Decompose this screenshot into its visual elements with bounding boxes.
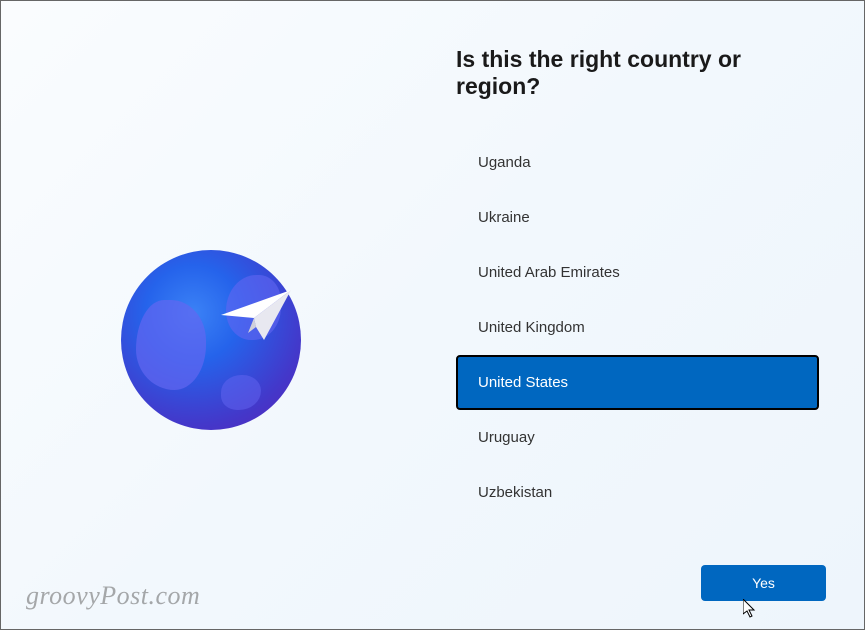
country-item-uae[interactable]: United Arab Emirates — [456, 245, 819, 300]
cursor-icon — [743, 599, 759, 619]
watermark-text: groovyPost.com — [26, 581, 200, 611]
paper-plane-icon — [216, 285, 296, 350]
illustration-panel — [1, 1, 421, 629]
country-item-uk[interactable]: United Kingdom — [456, 300, 819, 355]
country-item-uzbekistan[interactable]: Uzbekistan — [456, 465, 819, 520]
country-item-uganda[interactable]: Uganda — [456, 135, 819, 190]
globe-illustration — [121, 250, 301, 430]
yes-button[interactable]: Yes — [701, 565, 826, 601]
page-title: Is this the right country or region? — [456, 46, 819, 100]
country-item-uruguay[interactable]: Uruguay — [456, 410, 819, 465]
country-item-us[interactable]: United States — [456, 355, 819, 410]
country-item-ukraine[interactable]: Ukraine — [456, 190, 819, 245]
content-panel: Is this the right country or region? Uga… — [421, 1, 864, 629]
oobe-container: Is this the right country or region? Uga… — [1, 1, 864, 629]
country-list: Uganda Ukraine United Arab Emirates Unit… — [456, 135, 819, 520]
